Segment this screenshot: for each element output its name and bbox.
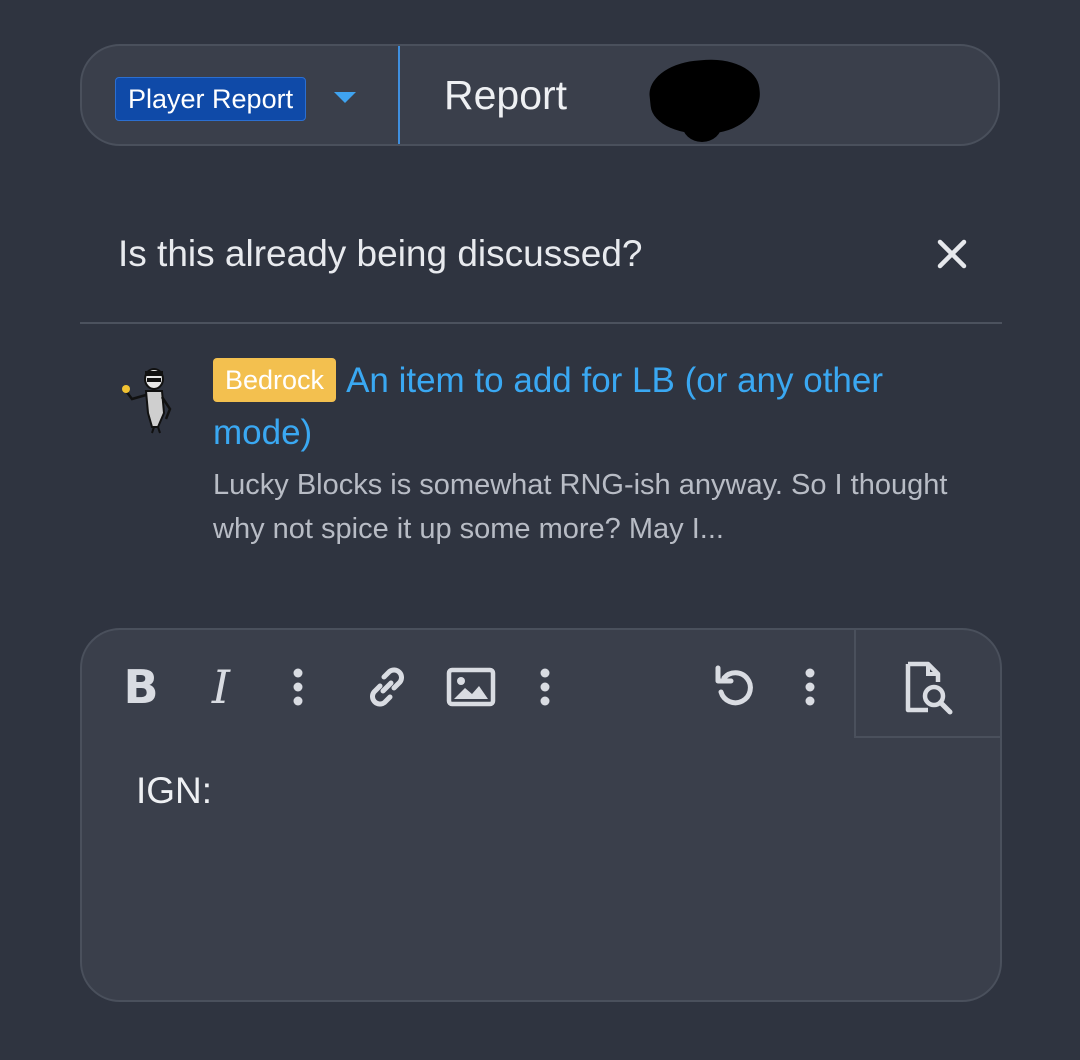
italic-button[interactable]: I bbox=[194, 660, 248, 714]
similar-threads-heading: Is this already being discussed? bbox=[118, 233, 643, 274]
similar-thread-text: Bedrock An item to add for LB (or any oth… bbox=[213, 355, 948, 551]
more-options-icon[interactable] bbox=[271, 660, 325, 714]
avatar bbox=[122, 368, 172, 434]
more-options-icon[interactable] bbox=[518, 660, 572, 714]
redaction-mark-tail bbox=[682, 106, 722, 142]
link-icon[interactable] bbox=[360, 660, 414, 714]
prefix-label[interactable]: Player Report bbox=[115, 77, 307, 121]
editor-content[interactable]: IGN: bbox=[136, 770, 212, 812]
thread-title-input[interactable]: Report bbox=[444, 70, 567, 120]
message-editor: B I IGN: bbox=[80, 628, 1002, 1002]
preview-icon[interactable] bbox=[898, 658, 958, 718]
similar-thread-title-line[interactable]: Bedrock An item to add for LB (or any oth… bbox=[213, 355, 948, 459]
bold-button[interactable]: B bbox=[114, 660, 168, 714]
more-options-icon[interactable] bbox=[783, 660, 837, 714]
undo-icon[interactable] bbox=[708, 660, 762, 714]
caret-down-icon[interactable] bbox=[334, 92, 356, 103]
similar-thread-snippet: Lucky Blocks is somewhat RNG-ish anyway.… bbox=[213, 469, 948, 545]
prefix-selector[interactable]: Player Report bbox=[82, 46, 400, 144]
close-icon[interactable] bbox=[930, 232, 974, 276]
divider bbox=[80, 322, 1002, 324]
preview-panel bbox=[854, 630, 1000, 738]
prefix-badge: Bedrock bbox=[213, 358, 337, 402]
thread-title-bar: Player Report Report bbox=[80, 44, 1000, 146]
image-icon[interactable] bbox=[444, 660, 498, 714]
